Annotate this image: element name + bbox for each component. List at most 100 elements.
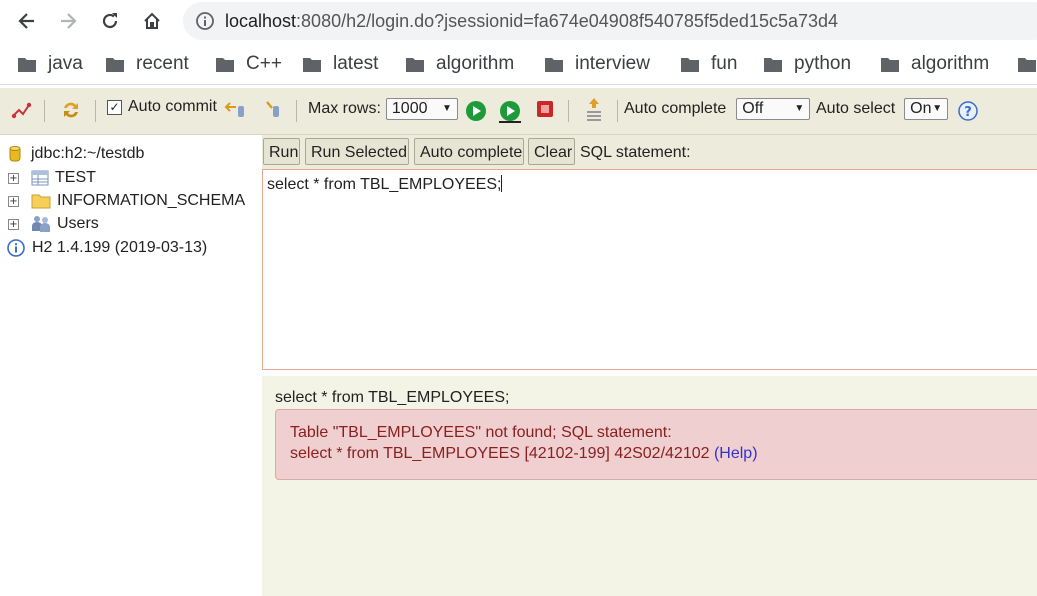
bookmark-overflow[interactable] (1018, 52, 1037, 76)
query-header: Run Run Selected Auto complete Clear SQL… (262, 135, 1037, 170)
help-button[interactable]: ? (958, 101, 978, 121)
bookmarks-bar: java recent C++ latest algorithm intervi… (0, 44, 1037, 85)
site-info-icon[interactable] (195, 11, 215, 31)
disconnect-button[interactable] (10, 100, 32, 120)
sql-text-line: select * from TBL_EMPLOYEES; (267, 175, 503, 194)
run-selected-toolbar-button[interactable] (498, 100, 522, 124)
toolbar-separator (568, 100, 569, 122)
result-panel: select * from TBL_EMPLOYEES; Table "TBL_… (262, 376, 1037, 596)
database-icon (9, 146, 21, 162)
error-detail: select * from TBL_EMPLOYEES [42102-199] … (290, 445, 710, 462)
bookmark-folder[interactable]: java (18, 52, 83, 76)
bookmark-label: recent (136, 53, 189, 74)
home-icon (144, 12, 160, 29)
help-link[interactable]: (Help) (714, 445, 758, 462)
tree-node-label: Users (57, 215, 99, 232)
commit-icon (266, 101, 279, 117)
tree-node-label: TEST (55, 169, 96, 186)
folder-icon (1018, 58, 1036, 72)
text-cursor (501, 175, 503, 192)
tree-connection[interactable]: jdbc:h2:~/testdb (9, 145, 144, 163)
help-icon: ? (958, 101, 978, 121)
refresh-icon (64, 102, 78, 118)
h2-toolbar: ✓ Auto commit Max rows: 1000 Auto comple… (0, 88, 1037, 135)
tree-node-test[interactable]: + TEST (8, 169, 96, 187)
bookmark-folder[interactable]: python (764, 52, 851, 76)
bookmark-label: java (48, 53, 83, 74)
disconnect-icon (11, 102, 32, 119)
stop-button[interactable] (536, 100, 554, 118)
home-button[interactable] (135, 4, 169, 38)
folder-icon (545, 58, 563, 72)
auto-complete-label: Auto complete (624, 100, 727, 117)
auto-select-label: Auto select (816, 100, 896, 117)
auto-select-control: Auto select On (816, 98, 949, 120)
back-button[interactable] (10, 4, 44, 38)
result-statement: select * from TBL_EMPLOYEES; (275, 389, 510, 406)
auto-complete-button[interactable]: Auto complete (414, 138, 524, 165)
bookmark-folder[interactable]: algorithm (881, 52, 989, 76)
folder-icon (764, 58, 782, 72)
refresh-button[interactable] (60, 99, 82, 121)
toolbar-separator (296, 100, 297, 122)
run-play-icon (466, 101, 486, 121)
bookmark-folder[interactable]: recent (106, 52, 189, 76)
expand-icon[interactable]: + (8, 218, 19, 230)
commit-button[interactable] (264, 100, 284, 120)
auto-complete-control: Auto complete Off (624, 98, 811, 120)
bookmark-folder[interactable]: interview (545, 52, 650, 76)
svg-text:?: ? (964, 105, 972, 120)
auto-commit-toggle[interactable]: ✓ Auto commit (107, 98, 217, 116)
max-rows-control: Max rows: 1000 (308, 98, 458, 120)
tree-node-users[interactable]: + Users (8, 215, 99, 233)
expand-icon[interactable]: + (8, 172, 19, 184)
url-text[interactable]: localhost:8080/h2/login.do?jsessionid=fa… (225, 11, 838, 32)
folder-icon (18, 58, 36, 72)
table-icon (31, 170, 49, 186)
back-arrow-icon (18, 13, 34, 29)
run-toolbar-button[interactable] (465, 100, 487, 122)
bookmark-label: C++ (246, 53, 282, 74)
auto-select-select[interactable]: On (904, 98, 949, 120)
history-icon (587, 98, 601, 121)
toolbar-separator (44, 100, 45, 122)
bookmark-label: latest (333, 53, 379, 74)
auto-commit-checkbox[interactable]: ✓ (107, 99, 122, 115)
history-button[interactable] (584, 97, 604, 123)
forward-arrow-icon (61, 13, 77, 29)
tree-version-info: H2 1.4.199 (2019-03-13) (7, 239, 207, 257)
sql-editor[interactable]: select * from TBL_EMPLOYEES; (262, 169, 1037, 370)
run-selected-button[interactable]: Run Selected (305, 138, 409, 165)
rollback-button[interactable] (224, 100, 248, 120)
clear-button[interactable]: Clear (528, 138, 575, 165)
max-rows-select[interactable]: 1000 (385, 98, 458, 120)
auto-commit-label: Auto commit (128, 98, 217, 115)
bookmark-folder[interactable]: C++ (216, 52, 282, 76)
error-line-1: Table "TBL_EMPLOYEES" not found; SQL sta… (290, 424, 672, 441)
bookmark-label: algorithm (436, 53, 515, 74)
reload-button[interactable] (93, 4, 127, 38)
bookmark-label: algorithm (911, 53, 990, 74)
folder-icon (106, 58, 124, 72)
browser-navbar: localhost:8080/h2/login.do?jsessionid=fa… (0, 0, 1037, 42)
max-rows-label: Max rows: (308, 100, 381, 117)
run-selected-icon (499, 101, 521, 123)
bookmark-folder[interactable]: latest (303, 52, 378, 76)
folder-icon (303, 58, 321, 72)
auto-complete-select[interactable]: Off (736, 98, 811, 120)
bookmark-label: interview (575, 53, 650, 74)
run-button[interactable]: Run (263, 138, 300, 165)
bookmark-folder[interactable]: algorithm (406, 52, 514, 76)
folder-icon (406, 58, 424, 72)
expand-icon[interactable]: + (8, 195, 19, 207)
forward-button[interactable] (51, 4, 85, 38)
info-icon (7, 239, 25, 257)
tree-node-information-schema[interactable]: + INFORMATION_SCHEMA (8, 192, 245, 210)
address-bar[interactable]: localhost:8080/h2/login.do?jsessionid=fa… (183, 2, 1037, 40)
rollback-icon (224, 102, 244, 117)
folder-icon (216, 58, 234, 72)
stop-icon (537, 101, 553, 117)
sql-text: select * from TBL_EMPLOYEES; (267, 176, 502, 193)
bookmark-folder[interactable]: fun (681, 52, 737, 76)
folder-icon (31, 194, 51, 209)
